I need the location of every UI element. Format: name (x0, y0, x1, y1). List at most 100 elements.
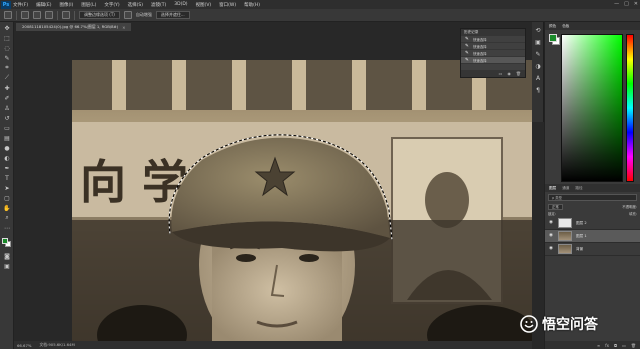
healing-brush-tool-icon[interactable]: ✚ (3, 84, 11, 92)
foreground-color-swatch[interactable] (2, 238, 8, 244)
zoom-tool-icon[interactable]: ⌕ (3, 214, 11, 222)
crop-tool-icon[interactable]: ⌗ (3, 64, 11, 72)
shape-tool-icon[interactable]: ▢ (3, 194, 11, 202)
menu-edit[interactable]: 编辑(E) (36, 2, 51, 8)
screen-mode-icon[interactable]: ▣ (3, 262, 11, 270)
document-tab-title: 20081118105424(0).jpg @ 66.7%(图层 1, RGB/… (22, 24, 119, 29)
document-tab[interactable]: 20081118105424(0).jpg @ 66.7%(图层 1, RGB/… (16, 23, 132, 31)
layer-row[interactable]: ◉ 背景 (545, 243, 640, 256)
menu-image[interactable]: 图像(I) (59, 2, 73, 8)
subtract-from-selection-icon[interactable] (45, 11, 53, 19)
link-layers-icon[interactable]: ∞ (597, 343, 600, 348)
history-item-label: 快速选择 (473, 37, 487, 42)
trash-icon[interactable]: 🗑 (631, 343, 636, 348)
close-tab-icon[interactable]: ✕ (122, 25, 125, 30)
refine-edge-button[interactable]: 调整边缘选项 (T) (79, 11, 120, 19)
divider (74, 10, 75, 20)
eyedropper-tool-icon[interactable]: ⟋ (3, 74, 11, 82)
paragraph-dock-icon[interactable]: ¶ (534, 86, 542, 94)
tab-color[interactable]: 颜色 (549, 24, 556, 29)
color-field[interactable] (561, 34, 623, 182)
layer-name: 图层 1 (576, 233, 587, 238)
blend-mode-select[interactable]: 正常 (548, 203, 563, 210)
brush-dock-icon[interactable]: ✎ (534, 50, 542, 58)
tab-paths[interactable]: 路径 (575, 186, 582, 191)
layers-panel-tabs: 图层 通道 路径 (545, 184, 640, 192)
fx-icon[interactable]: fx (605, 343, 609, 348)
new-layer-icon[interactable]: ▭ (622, 343, 626, 348)
adjustments-dock-icon[interactable]: ◑ (534, 62, 542, 70)
path-selection-tool-icon[interactable]: ➤ (3, 184, 11, 192)
eraser-tool-icon[interactable]: ▭ (3, 124, 11, 132)
menu-window[interactable]: 窗口(W) (219, 2, 236, 8)
character-dock-icon[interactable]: A (534, 74, 542, 82)
gradient-tool-icon[interactable]: ▤ (3, 134, 11, 142)
minimize-button[interactable]: — (614, 1, 619, 7)
brush-size-icon[interactable] (62, 11, 70, 19)
history-brush-tool-icon[interactable]: ↺ (3, 114, 11, 122)
add-to-selection-icon[interactable] (33, 11, 41, 19)
maximize-button[interactable]: □ (624, 1, 629, 7)
menu-type[interactable]: 文字(Y) (104, 2, 119, 8)
pen-tool-icon[interactable]: ✒ (3, 164, 11, 172)
properties-dock-icon[interactable]: ▣ (534, 38, 542, 46)
menu-layer[interactable]: 图层(L) (81, 2, 96, 8)
eye-icon[interactable]: ◉ (548, 220, 554, 226)
menu-3d[interactable]: 3D(D) (174, 2, 187, 7)
tab-layers[interactable]: 图层 (549, 186, 556, 191)
tab-swatches[interactable]: 色板 (562, 24, 569, 29)
add-mask-icon[interactable]: ◘ (614, 343, 617, 348)
clone-stamp-tool-icon[interactable]: ♙ (3, 104, 11, 112)
menu-select[interactable]: 选择(S) (128, 2, 143, 8)
marquee-tool-icon[interactable]: ⬚ (3, 34, 11, 42)
photo-canvas[interactable]: 向 学 (72, 60, 532, 341)
color-panel: 颜色 色板 (544, 22, 640, 184)
zoom-level[interactable]: 66.67% (17, 343, 31, 348)
dodge-tool-icon[interactable]: ◐ (3, 154, 11, 162)
quick-selection-tool-icon[interactable]: ✎ (3, 54, 11, 62)
panel-dock: ⟲ ▣ ✎ ◑ A ¶ (532, 22, 544, 122)
more-tools-icon[interactable]: ⋯ (3, 224, 11, 232)
quick-select-tool-icon[interactable] (4, 11, 12, 19)
lock-label: 锁定: (548, 212, 556, 216)
photo-image: 向 学 (72, 60, 532, 341)
history-item[interactable]: ✎ 快速选择 (461, 43, 525, 50)
new-document-from-state-icon[interactable]: ▭ (499, 71, 503, 76)
color-panel-tabs: 颜色 色板 (545, 22, 640, 30)
history-item[interactable]: ✎ 快速选择 (461, 36, 525, 43)
blend-row: 正常 不透明度: (548, 203, 637, 210)
document-info: 文档:905.6K/1.64M (39, 342, 75, 347)
quick-mask-icon[interactable]: ◙ (3, 252, 11, 260)
auto-enhance-checkbox[interactable] (123, 11, 132, 19)
history-item-selected[interactable]: ✎ 快速选择 (461, 57, 525, 64)
layer-row-selected[interactable]: ◉ 图层 1 (545, 230, 640, 243)
trash-icon[interactable]: 🗑 (516, 71, 521, 76)
foreground-color-chip[interactable] (549, 34, 557, 42)
new-selection-icon[interactable] (21, 11, 29, 19)
history-item[interactable]: ✎ 快速选择 (461, 50, 525, 57)
blur-tool-icon[interactable]: ● (3, 144, 11, 152)
history-panel: 历史记录 ✎ 快速选择 ✎ 快速选择 ✎ 快速选择 ✎ 快速选择 ▭ ◉ 🗑 (460, 28, 526, 78)
history-panel-footer: ▭ ◉ 🗑 (461, 70, 525, 77)
snapshot-icon[interactable]: ◉ (507, 71, 511, 76)
brush-tool-icon[interactable]: ✐ (3, 94, 11, 102)
menu-help[interactable]: 帮助(H) (244, 2, 260, 8)
history-dock-icon[interactable]: ⟲ (534, 26, 542, 34)
menu-filter[interactable]: 滤镜(T) (151, 2, 166, 8)
tab-channels[interactable]: 通道 (562, 186, 569, 191)
close-window-button[interactable]: ✕ (634, 1, 638, 7)
eye-icon[interactable]: ◉ (548, 233, 554, 239)
move-tool-icon[interactable]: ✥ (3, 24, 11, 32)
lasso-tool-icon[interactable]: ◌ (3, 44, 11, 52)
menu-view[interactable]: 视图(V) (196, 2, 212, 8)
type-tool-icon[interactable]: T (3, 174, 11, 182)
menu-file[interactable]: 文件(F) (13, 2, 28, 8)
hand-tool-icon[interactable]: ✋ (3, 204, 11, 212)
layer-row[interactable]: ◉ 图层 2 (545, 217, 640, 230)
watermark-text: 悟空问答 (542, 317, 598, 333)
layer-filter-field[interactable]: ρ 类型 (548, 194, 637, 201)
hue-slider[interactable] (626, 34, 634, 182)
select-and-mask-button[interactable]: 选择并遮住... (155, 11, 190, 19)
eye-icon[interactable]: ◉ (548, 246, 554, 252)
canvas-area[interactable]: 向 学 (14, 31, 532, 341)
